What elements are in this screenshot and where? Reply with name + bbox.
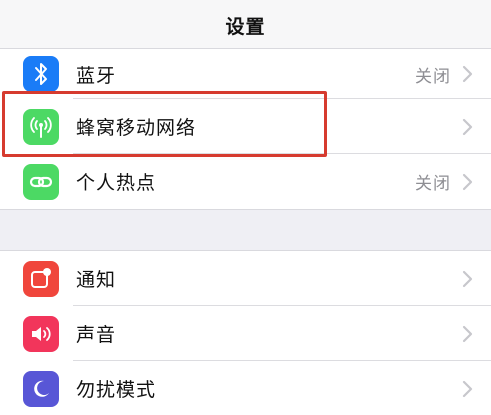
chevron-right-icon [462, 65, 473, 83]
chevron-right-icon [462, 270, 473, 287]
bluetooth-icon [23, 56, 59, 92]
row-label: 声音 [76, 324, 117, 346]
settings-row-notifications[interactable]: 通知 [0, 251, 491, 306]
antenna-icon [23, 109, 59, 145]
row-value: 关闭 [415, 66, 451, 87]
hotspot-icon [23, 164, 59, 200]
moon-icon [23, 371, 59, 407]
chevron-right-icon [462, 173, 473, 190]
settings-row-sounds[interactable]: 声音 [0, 306, 491, 361]
row-label: 个人热点 [76, 172, 157, 194]
notification-icon [23, 261, 59, 297]
settings-screen: 设置 蓝牙 关闭 蜂窝移动网络 个人热点 关闭 通知 声音 勿扰模式 [0, 0, 491, 415]
settings-row-cellular[interactable]: 蜂窝移动网络 [0, 99, 491, 154]
row-label: 勿扰模式 [76, 379, 157, 401]
row-value: 关闭 [415, 174, 451, 194]
navigation-bar: 设置 [0, 0, 491, 49]
speaker-icon [23, 316, 59, 352]
page-title: 设置 [225, 15, 266, 38]
settings-group-notifications: 通知 声音 勿扰模式 [0, 250, 491, 415]
settings-row-do-not-disturb[interactable]: 勿扰模式 [0, 361, 491, 415]
chevron-right-icon [462, 380, 473, 397]
chevron-right-icon [462, 118, 473, 135]
chevron-right-icon [462, 325, 473, 342]
row-label: 蓝牙 [76, 64, 117, 87]
settings-group-connectivity: 蓝牙 关闭 蜂窝移动网络 个人热点 关闭 [0, 48, 491, 210]
settings-row-bluetooth[interactable]: 蓝牙 关闭 [0, 49, 491, 99]
settings-row-hotspot[interactable]: 个人热点 关闭 [0, 154, 491, 209]
row-label: 蜂窝移动网络 [76, 117, 197, 139]
row-label: 通知 [76, 269, 117, 291]
